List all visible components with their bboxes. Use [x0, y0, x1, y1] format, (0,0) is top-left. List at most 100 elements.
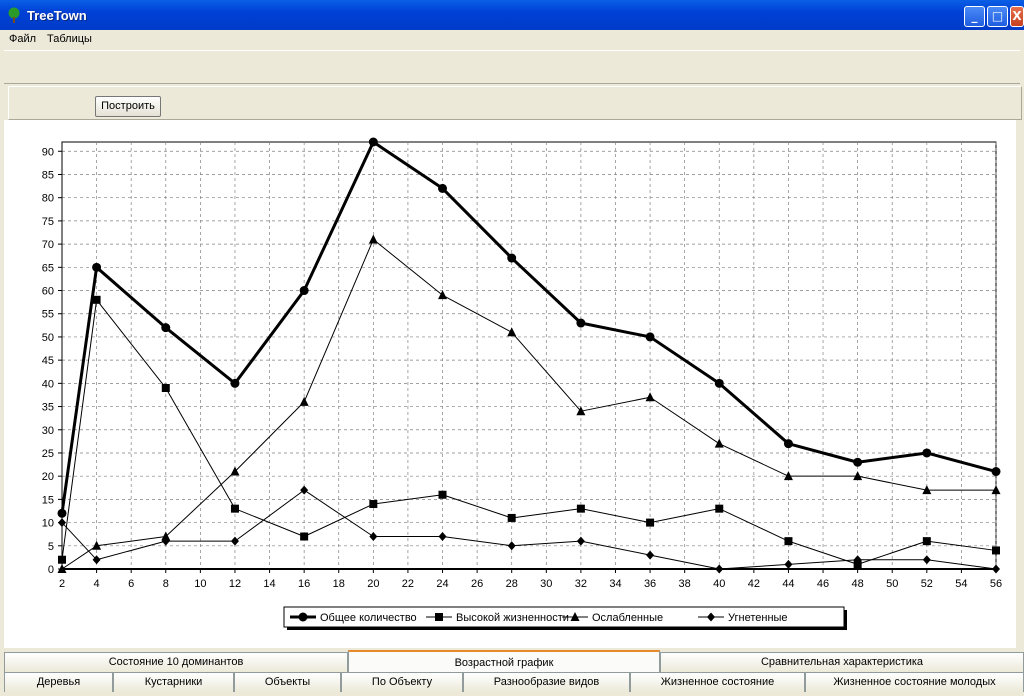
point-square	[715, 504, 724, 513]
x-tick-label: 30	[540, 578, 552, 590]
x-tick-label: 4	[94, 578, 100, 590]
legend-label: Ослабленные	[592, 612, 663, 624]
x-tick-label: 20	[367, 578, 379, 590]
point-square	[992, 546, 1000, 555]
x-tick-label: 44	[782, 578, 794, 590]
tab-trees[interactable]: Деревья	[4, 672, 113, 692]
x-tick-label: 48	[852, 578, 864, 590]
y-tick-label: 35	[42, 402, 54, 414]
point-circle	[853, 457, 863, 467]
y-tick-label: 5	[48, 541, 54, 553]
point-circle	[368, 137, 378, 147]
y-tick-label: 55	[42, 309, 54, 321]
point-circle	[991, 467, 1001, 477]
vertical-scrollbar[interactable]	[1016, 120, 1024, 648]
x-tick-label: 28	[506, 578, 518, 590]
point-circle	[92, 262, 102, 272]
point-circle	[576, 318, 586, 328]
x-tick-label: 42	[748, 578, 760, 590]
maximize-button[interactable]: □	[987, 6, 1008, 27]
tab-age-graph[interactable]: Возрастной график	[348, 650, 660, 672]
tab-comparison[interactable]: Сравнительная характеристика	[660, 652, 1024, 672]
y-tick-label: 0	[48, 564, 54, 576]
point-square	[435, 613, 443, 621]
tab-vital-state-young[interactable]: Жизненное состояние молодых	[805, 672, 1024, 692]
tab-species-diversity[interactable]: Разнообразие видов	[463, 672, 630, 692]
x-tick-label: 26	[471, 578, 483, 590]
x-tick-label: 46	[817, 578, 829, 590]
x-tick-label: 18	[333, 578, 345, 590]
x-tick-label: 2	[59, 578, 65, 590]
y-tick-label: 75	[42, 216, 54, 228]
chart-area: 2 4 6 8 10 12 14 16 18 20 22 24 26 28 30 32 34 36 38 40 42 44…	[4, 120, 1020, 648]
point-circle	[57, 508, 67, 518]
point-square	[507, 513, 516, 522]
tab-shrubs[interactable]: Кустарники	[113, 672, 234, 692]
x-tick-label: 6	[128, 578, 134, 590]
tab-objects[interactable]: Объекты	[234, 672, 341, 692]
tab-dominants[interactable]: Состояние 10 доминантов	[4, 652, 348, 672]
point-circle	[645, 332, 655, 342]
point-circle	[922, 448, 932, 458]
y-tick-label: 30	[42, 425, 54, 437]
y-tick-label: 80	[42, 193, 54, 205]
y-tick-label: 65	[42, 262, 54, 274]
y-tick-label: 25	[42, 448, 54, 460]
legend-label: Угнетенные	[728, 612, 788, 624]
x-tick-label: 34	[609, 578, 621, 590]
point-circle	[783, 439, 793, 449]
point-square	[438, 490, 447, 499]
y-tick-label: 90	[42, 146, 54, 158]
menu-bar: Файл Таблицы	[0, 30, 1024, 50]
x-tick-label: 14	[263, 578, 275, 590]
x-tick-label: 38	[679, 578, 691, 590]
minimize-button[interactable]: _	[964, 6, 985, 27]
window-title: TreeTown	[27, 8, 87, 23]
point-square	[646, 518, 655, 527]
tabs-row-1: Состояние 10 доминантов Возрастной графи…	[4, 650, 1024, 672]
x-tick-label: 40	[713, 578, 725, 590]
menu-tables[interactable]: Таблицы	[47, 33, 92, 45]
tabs-row-2: Деревья Кустарники Объекты По Объекту Ра…	[4, 672, 1024, 692]
close-button[interactable]: X	[1010, 6, 1024, 27]
y-tick-label: 20	[42, 471, 54, 483]
tab-vital-state[interactable]: Жизненное состояние	[630, 672, 805, 692]
legend-label: Общее количество	[320, 612, 417, 624]
x-tick-label: 8	[163, 578, 169, 590]
y-tick-label: 40	[42, 378, 54, 390]
point-circle	[161, 323, 171, 333]
x-tick-label: 10	[194, 578, 206, 590]
point-circle	[298, 612, 308, 622]
x-tick-label: 22	[402, 578, 414, 590]
point-square	[922, 537, 931, 546]
y-tick-label: 85	[42, 169, 54, 181]
point-square	[58, 555, 66, 564]
point-square	[576, 504, 585, 513]
tab-by-object[interactable]: По Объекту	[341, 672, 463, 692]
x-tick-label: 50	[886, 578, 898, 590]
point-square	[300, 532, 309, 541]
x-tick-label: 52	[921, 578, 933, 590]
build-button[interactable]: Построить	[95, 96, 161, 117]
point-circle	[230, 378, 240, 388]
y-tick-label: 10	[42, 518, 54, 530]
point-square	[161, 383, 170, 392]
x-tick-label: 12	[229, 578, 241, 590]
y-tick-label: 60	[42, 286, 54, 298]
x-tick-label: 16	[298, 578, 310, 590]
y-tick-label: 45	[42, 355, 54, 367]
x-tick-label: 32	[575, 578, 587, 590]
point-square	[784, 537, 793, 546]
menu-file[interactable]: Файл	[9, 33, 36, 45]
point-square	[369, 500, 378, 509]
point-circle	[299, 286, 309, 296]
y-tick-label: 70	[42, 239, 54, 251]
x-tick-label: 56	[990, 578, 1002, 590]
y-tick-label: 50	[42, 332, 54, 344]
x-tick-label: 36	[644, 578, 656, 590]
toolbar-top	[4, 50, 1020, 84]
point-circle	[714, 378, 724, 388]
x-tick-label: 24	[436, 578, 448, 590]
tree-icon	[8, 7, 20, 23]
age-chart: 2 4 6 8 10 12 14 16 18 20 22 24 26 28 30 32 34 36 38 40 42 44…	[42, 137, 1002, 630]
